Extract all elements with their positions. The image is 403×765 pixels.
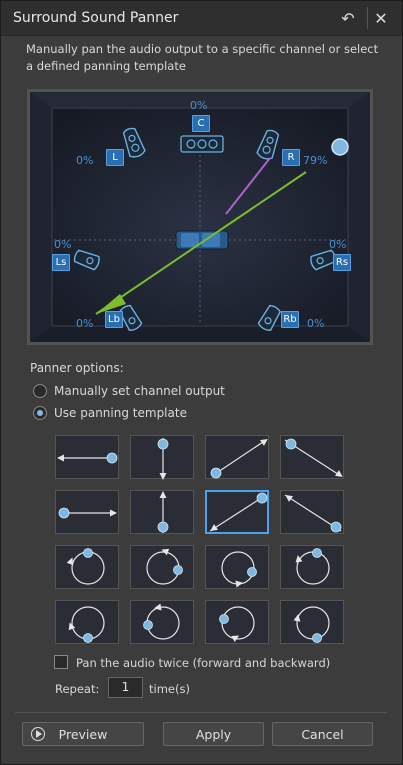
template-path-icon [284, 494, 342, 533]
template-path-icon [221, 551, 257, 588]
surround-sound-panner-window: Surround Sound Panner ↶ ✕ Manually pan t… [0, 0, 403, 765]
template-path-icon [284, 438, 343, 478]
panning-template-5[interactable] [55, 490, 119, 534]
right-percent: 79% [303, 154, 328, 167]
template-path-icon [210, 438, 268, 479]
window-title: Surround Sound Panner [13, 10, 179, 26]
panning-template-15[interactable] [205, 600, 269, 644]
right-surround-percent: 0% [329, 238, 347, 251]
pan-twice-checkbox[interactable] [54, 655, 68, 669]
apply-button-label: Apply [195, 726, 232, 742]
template-path-icon [157, 438, 169, 480]
manual-radio-label[interactable]: Manually set channel output [54, 384, 225, 398]
panning-template-11[interactable] [205, 545, 269, 589]
times-unit-label: time(s) [149, 682, 190, 696]
preview-button-label: Preview [58, 726, 108, 742]
right-back-label: Rb [281, 311, 299, 328]
panner-stage[interactable]: 0% C 0% L R 79% 0% Ls 0% Rs 0% Lb Rb 0% [27, 89, 373, 345]
panning-template-14[interactable] [130, 600, 194, 644]
right-surround-label: Rs [333, 254, 351, 271]
apply-button[interactable]: Apply [163, 722, 264, 746]
center-label: C [192, 115, 210, 132]
template-radio-label[interactable]: Use panning template [54, 406, 187, 420]
right-back-percent: 0% [307, 317, 325, 330]
panning-template-16[interactable] [280, 600, 344, 644]
left-surround-percent: 0% [54, 238, 72, 251]
title-bar: Surround Sound Panner ↶ ✕ [1, 1, 402, 36]
undo-icon[interactable]: ↶ [335, 5, 361, 31]
cancel-button-label: Cancel [301, 726, 344, 742]
template-radio[interactable] [33, 406, 47, 420]
repeat-count-input[interactable]: 1 [108, 677, 143, 698]
manual-radio[interactable] [33, 384, 47, 398]
panning-template-10[interactable] [130, 545, 194, 589]
panning-template-13[interactable] [55, 600, 119, 644]
center-percent: 0% [190, 99, 208, 112]
template-path-icon [143, 603, 180, 640]
panning-template-9[interactable] [55, 545, 119, 589]
panning-template-6[interactable] [130, 490, 194, 534]
panning-template-3[interactable] [205, 435, 269, 479]
template-path-icon [295, 548, 330, 585]
template-path-icon [219, 606, 255, 643]
template-path-icon [66, 548, 105, 585]
footer-divider [15, 712, 387, 713]
pan-position-handle[interactable] [331, 138, 349, 156]
panning-template-8[interactable] [280, 490, 344, 534]
template-path-icon [209, 492, 268, 532]
listener-icon [175, 230, 229, 250]
panning-template-7[interactable] [205, 490, 269, 534]
panning-template-2[interactable] [130, 435, 194, 480]
panning-template-12[interactable] [280, 545, 344, 589]
description-text: Manually pan the audio output to a speci… [26, 42, 379, 73]
panning-template-1[interactable] [55, 435, 119, 479]
template-path-icon [58, 507, 117, 519]
template-path-icon [68, 606, 105, 643]
panner-options-label: Panner options: [30, 361, 124, 375]
left-percent: 0% [76, 154, 94, 167]
right-label: R [282, 149, 300, 166]
template-path-icon [146, 548, 183, 585]
left-label: L [106, 149, 124, 166]
close-icon[interactable]: ✕ [368, 5, 394, 31]
left-surround-label: Ls [52, 254, 70, 271]
center-speaker-icon [180, 135, 224, 153]
cancel-button[interactable]: Cancel [272, 722, 373, 746]
preview-button[interactable]: Preview [22, 722, 144, 746]
play-icon [31, 727, 45, 741]
left-back-label: Lb [105, 311, 123, 328]
repeat-label: Repeat: [55, 682, 100, 696]
template-path-icon [293, 606, 330, 643]
left-back-percent: 0% [76, 317, 94, 330]
panning-template-4[interactable] [280, 435, 344, 479]
pan-twice-label[interactable]: Pan the audio twice (forward and backwar… [76, 656, 330, 670]
template-path-icon [57, 452, 118, 464]
template-path-icon [157, 491, 169, 533]
